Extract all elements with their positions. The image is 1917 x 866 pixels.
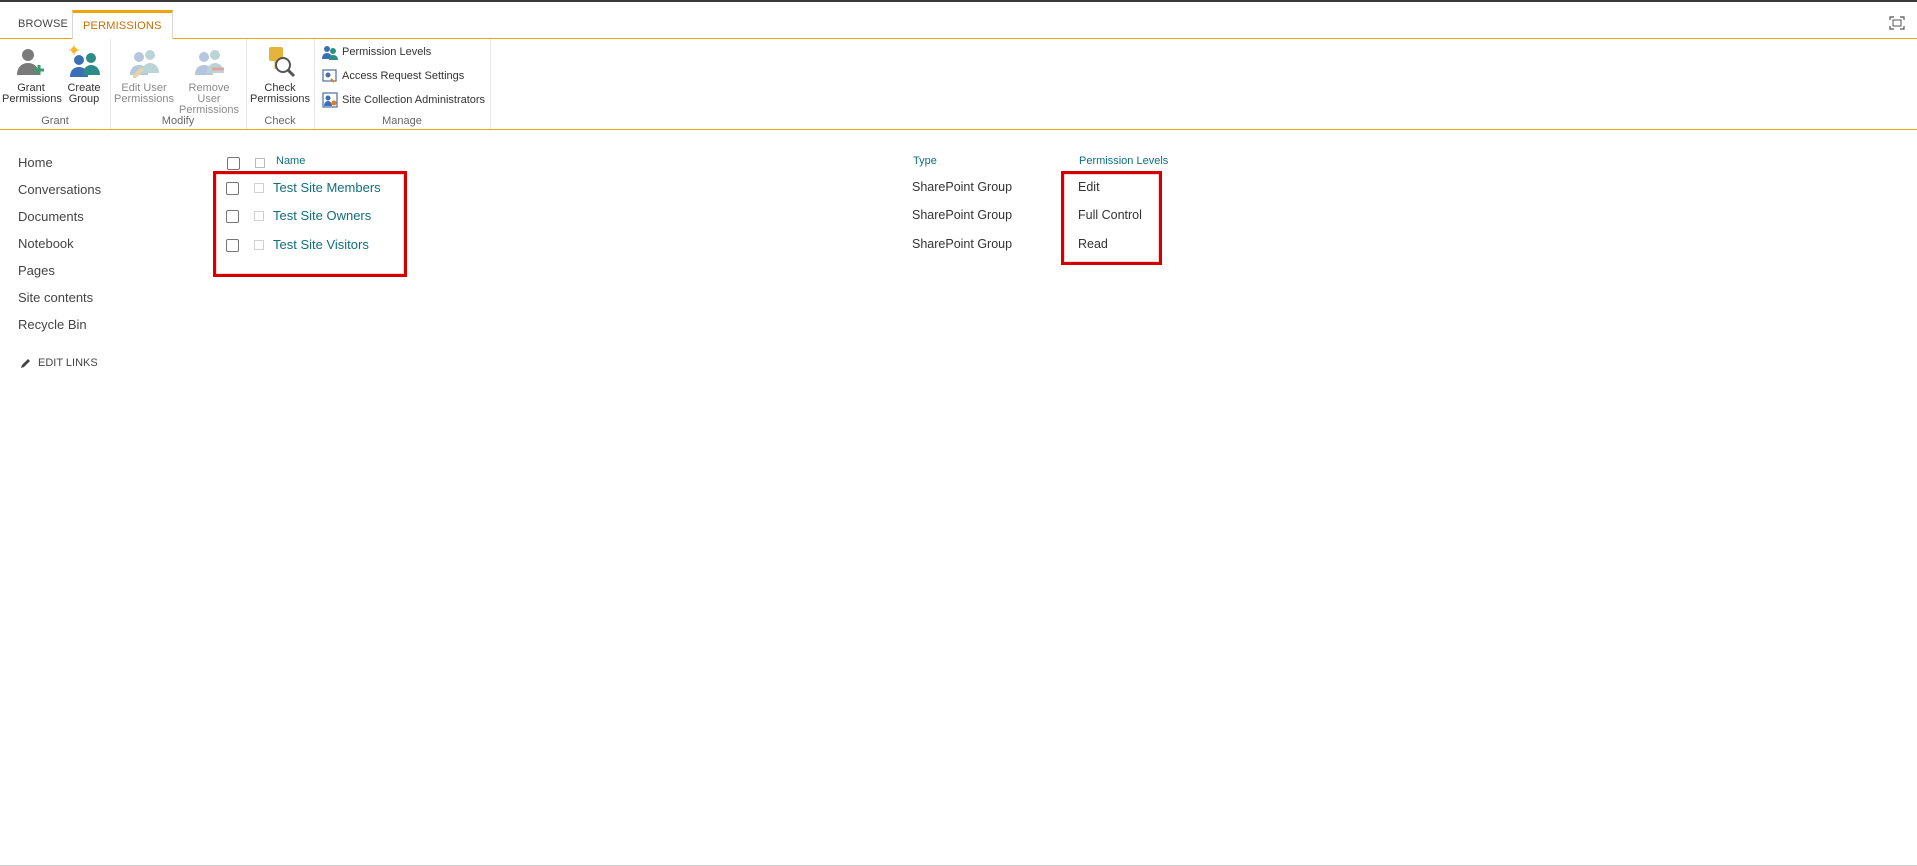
create-group-icon bbox=[69, 45, 100, 77]
ribbon-group-manage: Permission Levels Access Request Setting… bbox=[314, 39, 491, 129]
access-request-settings-label: Access Request Settings bbox=[342, 70, 465, 82]
nav-item-documents[interactable]: Documents bbox=[18, 208, 101, 235]
check-permissions-label-2: Permissions bbox=[250, 93, 310, 105]
header-item-icon-checkbox bbox=[255, 158, 265, 168]
focus-content-icon[interactable] bbox=[1889, 16, 1905, 30]
edit-user-label-2: Permissions bbox=[114, 93, 174, 105]
nav-item-conversations[interactable]: Conversations bbox=[18, 181, 101, 208]
group-label-grant: Grant bbox=[41, 115, 69, 127]
remove-user-permissions-icon bbox=[195, 50, 224, 75]
group-label-modify: Modify bbox=[161, 115, 195, 127]
access-request-settings-icon bbox=[322, 69, 337, 83]
site-collection-administrators-button[interactable]: Site Collection Administrators bbox=[322, 90, 485, 110]
remove-user-label-1: Remove User bbox=[188, 82, 230, 105]
type-cell-members: SharePoint Group bbox=[912, 180, 1013, 194]
remove-user-permissions-button[interactable]: Remove User Permissions bbox=[176, 45, 242, 116]
ribbon-body: Grant Permissions Create Group Grant Edi… bbox=[0, 39, 1917, 130]
ribbon-tab-row: BROWSE PERMISSIONS bbox=[0, 2, 1917, 40]
quick-launch-nav: Home Conversations Documents Notebook Pa… bbox=[18, 154, 101, 343]
group-label-manage: Manage bbox=[382, 115, 422, 127]
create-group-label-2: Group bbox=[68, 93, 100, 105]
ribbon-group-grant: Grant Permissions Create Group Grant bbox=[0, 39, 111, 129]
edit-user-permissions-icon bbox=[130, 50, 159, 78]
grant-permissions-icon bbox=[17, 49, 44, 75]
column-header-name[interactable]: Name bbox=[276, 155, 305, 167]
access-request-settings-button[interactable]: Access Request Settings bbox=[322, 66, 464, 86]
edit-user-permissions-button[interactable]: Edit User Permissions bbox=[114, 45, 174, 105]
edit-links-label: EDIT LINKS bbox=[38, 357, 98, 369]
permission-levels-icon bbox=[322, 46, 338, 61]
nav-item-site-contents[interactable]: Site contents bbox=[18, 289, 101, 316]
nav-item-notebook[interactable]: Notebook bbox=[18, 235, 101, 262]
highlight-box-permission-levels bbox=[1061, 171, 1162, 265]
grant-permissions-label-2: Permissions bbox=[2, 93, 62, 105]
type-cell-visitors: SharePoint Group bbox=[912, 237, 1013, 251]
nav-item-recycle-bin[interactable]: Recycle Bin bbox=[18, 316, 101, 343]
type-cell-owners: SharePoint Group bbox=[912, 208, 1013, 222]
ribbon-group-check: Check Permissions Check bbox=[246, 39, 315, 129]
group-label-check: Check bbox=[264, 115, 296, 127]
column-header-type[interactable]: Type bbox=[913, 155, 937, 167]
permission-levels-button[interactable]: Permission Levels bbox=[322, 42, 431, 62]
site-collection-administrators-label: Site Collection Administrators bbox=[342, 94, 486, 106]
tab-browse[interactable]: BROWSE bbox=[8, 10, 78, 38]
create-group-button[interactable]: Create Group bbox=[62, 45, 106, 105]
ribbon-group-modify: Edit User Permissions Remove User Permis… bbox=[110, 39, 247, 129]
grant-permissions-button[interactable]: Grant Permissions bbox=[2, 45, 62, 105]
nav-item-pages[interactable]: Pages bbox=[18, 262, 101, 289]
permission-levels-label: Permission Levels bbox=[342, 46, 432, 58]
highlight-box-names bbox=[213, 171, 407, 277]
check-permissions-icon bbox=[269, 47, 296, 78]
nav-item-home[interactable]: Home bbox=[18, 154, 101, 181]
edit-links-button[interactable]: EDIT LINKS bbox=[20, 357, 98, 369]
column-header-permission-levels[interactable]: Permission Levels bbox=[1079, 155, 1168, 167]
select-all-checkbox[interactable] bbox=[227, 157, 240, 170]
site-collection-administrators-icon bbox=[322, 92, 338, 108]
tab-permissions[interactable]: PERMISSIONS bbox=[72, 10, 173, 40]
check-permissions-button[interactable]: Check Permissions bbox=[250, 45, 310, 105]
pencil-icon bbox=[21, 359, 30, 369]
